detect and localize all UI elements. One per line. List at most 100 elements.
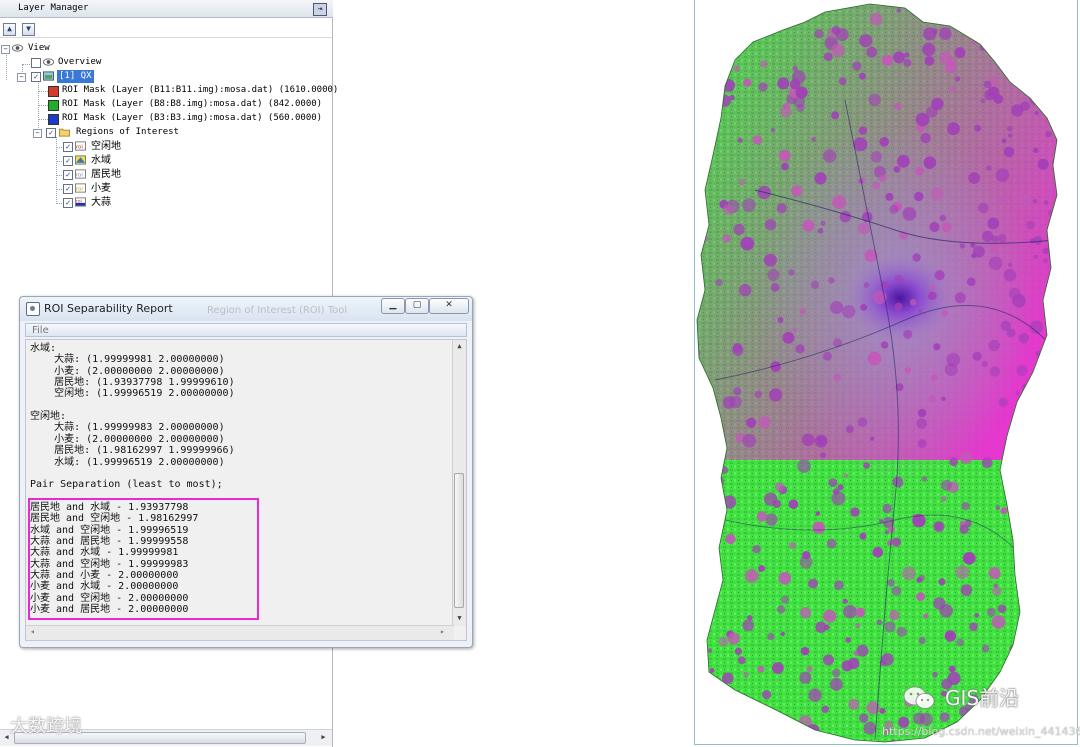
- crop-patch: [759, 15, 764, 20]
- crop-patch: [1033, 254, 1038, 259]
- crop-patch: [828, 277, 835, 284]
- tree-roi-node[interactable]: ✓ roi 小麦: [0, 182, 200, 195]
- crop-patch: [1064, 575, 1076, 587]
- roi-folder-checkbox[interactable]: ✓: [46, 128, 56, 138]
- watermark-url: https://blog.csdn.net/weixin_44143671: [882, 725, 1080, 738]
- crop-patch: [959, 243, 965, 249]
- crop-patch: [1067, 0, 1078, 11]
- tree-mask-node-3[interactable]: ROI Mask (Layer (B3:B3.img):mosa.dat) (5…: [0, 112, 330, 125]
- crop-patch: [821, 705, 829, 713]
- crop-patch: [947, 122, 960, 136]
- crop-patch: [830, 678, 843, 691]
- collapse-icon[interactable]: −: [1, 45, 10, 54]
- scroll-up-icon[interactable]: ▲: [453, 340, 466, 352]
- collapse-icon[interactable]: −: [17, 73, 26, 82]
- crop-patch: [903, 329, 913, 339]
- tree-mask-node-1[interactable]: ROI Mask (Layer (B11:B11.img):mosa.dat) …: [0, 84, 338, 97]
- maximize-button[interactable]: ▢: [405, 298, 429, 314]
- crop-patch: [788, 499, 799, 510]
- scroll-right-icon[interactable]: ▶: [318, 732, 329, 743]
- tree-roi-node[interactable]: ✓ roi 大蒜: [0, 196, 200, 209]
- crop-patch: [870, 436, 875, 441]
- crop-patch: [1071, 417, 1078, 428]
- crop-patch: [1062, 708, 1072, 718]
- crop-patch: [981, 644, 990, 653]
- collapse-down-button[interactable]: ▼: [22, 23, 35, 36]
- crop-patch: [887, 579, 895, 587]
- crop-patch: [1017, 512, 1023, 518]
- scroll-right-icon[interactable]: ▸: [440, 627, 445, 636]
- roi-checkbox[interactable]: ✓: [63, 198, 73, 208]
- pin-icon[interactable]: ⇥: [313, 3, 327, 16]
- tree-view-node[interactable]: − View: [0, 42, 200, 55]
- menu-file[interactable]: File: [32, 324, 49, 337]
- roi-checkbox[interactable]: ✓: [63, 184, 73, 194]
- scroll-down-icon[interactable]: ▼: [453, 612, 466, 624]
- crop-patch: [800, 607, 812, 619]
- tree-roi-node[interactable]: ✓ 水域: [0, 154, 200, 167]
- crop-patch: [1067, 53, 1078, 64]
- crop-patch: [893, 51, 905, 64]
- crop-patch: [823, 52, 833, 62]
- crop-patch: [697, 459, 707, 472]
- expand-up-button[interactable]: ▲: [3, 23, 16, 36]
- crop-patch: [1042, 594, 1053, 605]
- crop-patch: [835, 28, 849, 42]
- crop-patch: [872, 546, 884, 558]
- overview-checkbox[interactable]: [31, 58, 41, 68]
- background-window-title: Region of Interest (ROI) Tool: [207, 305, 348, 316]
- crop-patch: [939, 27, 952, 40]
- crop-patch: [954, 47, 966, 59]
- crop-patch: [799, 555, 813, 569]
- crop-patch: [954, 76, 961, 82]
- crop-patch: [959, 524, 969, 534]
- crop-patch: [797, 459, 811, 473]
- crop-patch: [889, 204, 899, 214]
- layer-checkbox[interactable]: ✓: [31, 72, 41, 82]
- crop-patch: [902, 207, 917, 221]
- crop-patch: [723, 204, 734, 215]
- tree-overview-node[interactable]: Overview: [0, 56, 200, 69]
- crop-patch: [990, 244, 1000, 254]
- crop-patch: [1008, 287, 1021, 300]
- tree-roi-node[interactable]: ✓ roi 居民地: [0, 168, 200, 181]
- scroll-thumb[interactable]: [454, 473, 464, 608]
- roi-window-titlebar[interactable]: ROI Separability Report Region of Intere…: [20, 297, 472, 321]
- minimize-button[interactable]: ▁: [381, 298, 405, 314]
- roi-icon: roi: [75, 141, 86, 151]
- crop-patch: [1052, 579, 1057, 584]
- crop-patch: [887, 540, 893, 546]
- crop-patch: [918, 637, 926, 645]
- crop-patch: [980, 98, 986, 104]
- crop-patch: [767, 632, 775, 641]
- crop-patch: [782, 102, 791, 110]
- crop-patch: [754, 390, 763, 399]
- crop-patch: [882, 503, 892, 514]
- roi-checkbox[interactable]: ✓: [63, 142, 73, 152]
- crop-patch: [939, 712, 950, 722]
- report-text-area[interactable]: 水域: 大蒜: (1.99999981 2.00000000) 小麦: (2.0…: [25, 339, 467, 641]
- collapse-icon[interactable]: −: [33, 129, 42, 138]
- crop-patch: [745, 7, 757, 18]
- crop-patch: [856, 644, 869, 657]
- tree-mask-node-2[interactable]: ROI Mask (Layer (B8:B8.img):mosa.dat) (8…: [0, 98, 330, 111]
- roi-polygon-icon: [75, 155, 86, 165]
- crop-patch: [781, 595, 790, 604]
- crop-patch: [1012, 57, 1019, 64]
- tree-roi-folder-node[interactable]: − ✓ Regions of Interest: [0, 126, 220, 139]
- crop-patch: [848, 698, 860, 710]
- crop-patch: [1030, 547, 1041, 558]
- close-button[interactable]: ✕: [429, 298, 469, 314]
- crop-patch: [705, 732, 718, 742]
- roi-checkbox[interactable]: ✓: [63, 170, 73, 180]
- crop-patch: [944, 61, 957, 74]
- tree-roi-node[interactable]: ✓ roi 空闲地: [0, 140, 200, 153]
- scroll-left-icon[interactable]: ◂: [30, 627, 35, 636]
- vertical-scrollbar[interactable]: ▲ ▼: [452, 340, 466, 626]
- crop-patch: [859, 72, 866, 80]
- map-view[interactable]: [694, 0, 1078, 745]
- crop-patch: [1056, 546, 1057, 555]
- horizontal-scrollbar[interactable]: ◂ ▸: [26, 625, 454, 640]
- roi-checkbox[interactable]: ✓: [63, 156, 73, 166]
- tree-layer-node[interactable]: − ✓ [1] QX: [0, 70, 200, 83]
